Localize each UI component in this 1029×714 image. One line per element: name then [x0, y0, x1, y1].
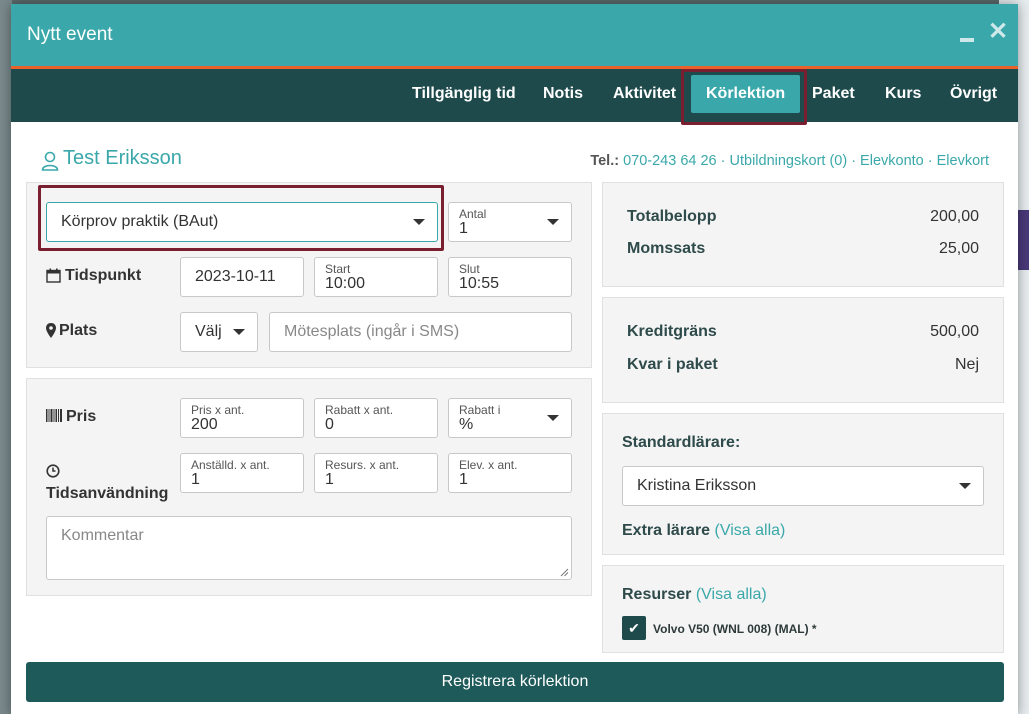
- totalbelopp-value: 200,00: [930, 208, 979, 225]
- tab-kurs[interactable]: Kurs: [885, 85, 921, 103]
- tab-bar: Tillgänglig tid Notis Aktivitet Körlekti…: [11, 69, 1018, 125]
- tidspunkt-label: Tidspunkt: [65, 267, 142, 284]
- resource-item-label: Volvo V50 (WNL 008) (MAL) *: [653, 622, 817, 636]
- standard-teacher-label: Standardlärare:: [622, 434, 741, 451]
- tel-label: Tel.:: [590, 153, 620, 169]
- total-panel: [602, 182, 1004, 287]
- extra-teacher-show-all-link[interactable]: (Visa alla): [715, 522, 786, 539]
- new-event-modal: Nytt event ✕ Tillgänglig tid Notis Aktiv…: [11, 4, 1018, 714]
- tidsanvandning-label: Tidsanvändning: [46, 485, 169, 502]
- kvar-value: Nej: [954, 356, 979, 373]
- customer-name[interactable]: Test Eriksson: [41, 147, 182, 170]
- totalbelopp-label: Totalbelopp: [627, 208, 717, 225]
- comment-textarea[interactable]: Kommentar: [46, 516, 572, 580]
- plats-label: Plats: [59, 322, 98, 339]
- customer-contact: Tel.: 070-243 64 26 · Utbildningskort (0…: [590, 153, 989, 169]
- modal-title: Nytt event: [27, 24, 113, 45]
- student-count-input[interactable]: Elev. x ant. 1: [448, 453, 572, 493]
- meeting-place-input[interactable]: Mötesplats (ingår i SMS): [269, 312, 572, 352]
- staff-count-input[interactable]: Anställd. x ant. 1: [180, 453, 304, 493]
- antal-select[interactable]: Antal 1: [448, 202, 572, 242]
- customer-links[interactable]: · Utbildningskort (0) · Elevkonto · Elev…: [721, 153, 989, 169]
- resource-count-input[interactable]: Resurs. x ant. 1: [314, 453, 438, 493]
- register-lesson-button[interactable]: Registrera körlektion: [26, 662, 1004, 702]
- credit-panel: [602, 297, 1004, 403]
- chevron-down-icon: [547, 219, 559, 225]
- date-input[interactable]: 2023-10-11: [180, 257, 304, 297]
- map-marker-icon: [46, 323, 56, 338]
- resize-handle-icon[interactable]: [560, 568, 569, 577]
- plats-select[interactable]: Välj: [180, 312, 258, 352]
- kreditgrans-label: Kreditgräns: [627, 323, 717, 340]
- barcode-icon: [46, 409, 62, 422]
- price-input[interactable]: Pris x ant. 200: [180, 398, 304, 438]
- pris-label: Pris: [66, 408, 97, 425]
- momssats-label: Momssats: [627, 240, 706, 257]
- minimize-icon[interactable]: [960, 38, 974, 42]
- chevron-down-icon: [547, 415, 559, 421]
- chevron-down-icon: [959, 483, 971, 489]
- extra-teacher-label: Extra lärare (Visa alla): [622, 522, 786, 539]
- discount-unit-select[interactable]: Rabatt i %: [448, 398, 572, 438]
- tab-ovrigt[interactable]: Övrigt: [950, 85, 997, 103]
- resources-show-all-link[interactable]: (Visa alla): [696, 586, 767, 603]
- calendar-icon: [46, 268, 61, 283]
- kvar-label: Kvar i paket: [627, 356, 718, 373]
- resource-checkbox[interactable]: ✔: [622, 616, 646, 640]
- lesson-type-highlight: [38, 185, 444, 251]
- end-time-input[interactable]: Slut 10:55: [448, 257, 572, 297]
- tab-paket[interactable]: Paket: [812, 85, 855, 103]
- standard-teacher-select[interactable]: Kristina Eriksson: [622, 466, 984, 506]
- clock-icon: [46, 464, 60, 478]
- tab-aktivitet[interactable]: Aktivitet: [613, 85, 676, 103]
- tab-notis[interactable]: Notis: [543, 85, 583, 103]
- tab-highlight: [681, 69, 807, 125]
- resource-panel: [602, 565, 1004, 653]
- phone-link[interactable]: 070-243 64 26: [623, 153, 717, 169]
- momssats-value: 25,00: [938, 240, 979, 257]
- modal-header: Nytt event ✕: [11, 4, 1018, 66]
- kreditgrans-value: 500,00: [930, 323, 979, 340]
- start-time-input[interactable]: Start 10:00: [314, 257, 438, 297]
- tab-tillganglig-tid[interactable]: Tillgänglig tid: [412, 85, 516, 103]
- close-icon[interactable]: ✕: [988, 20, 1008, 44]
- discount-input[interactable]: Rabatt x ant. 0: [314, 398, 438, 438]
- chevron-down-icon: [233, 329, 245, 335]
- resources-label: Resurser (Visa alla): [622, 586, 767, 603]
